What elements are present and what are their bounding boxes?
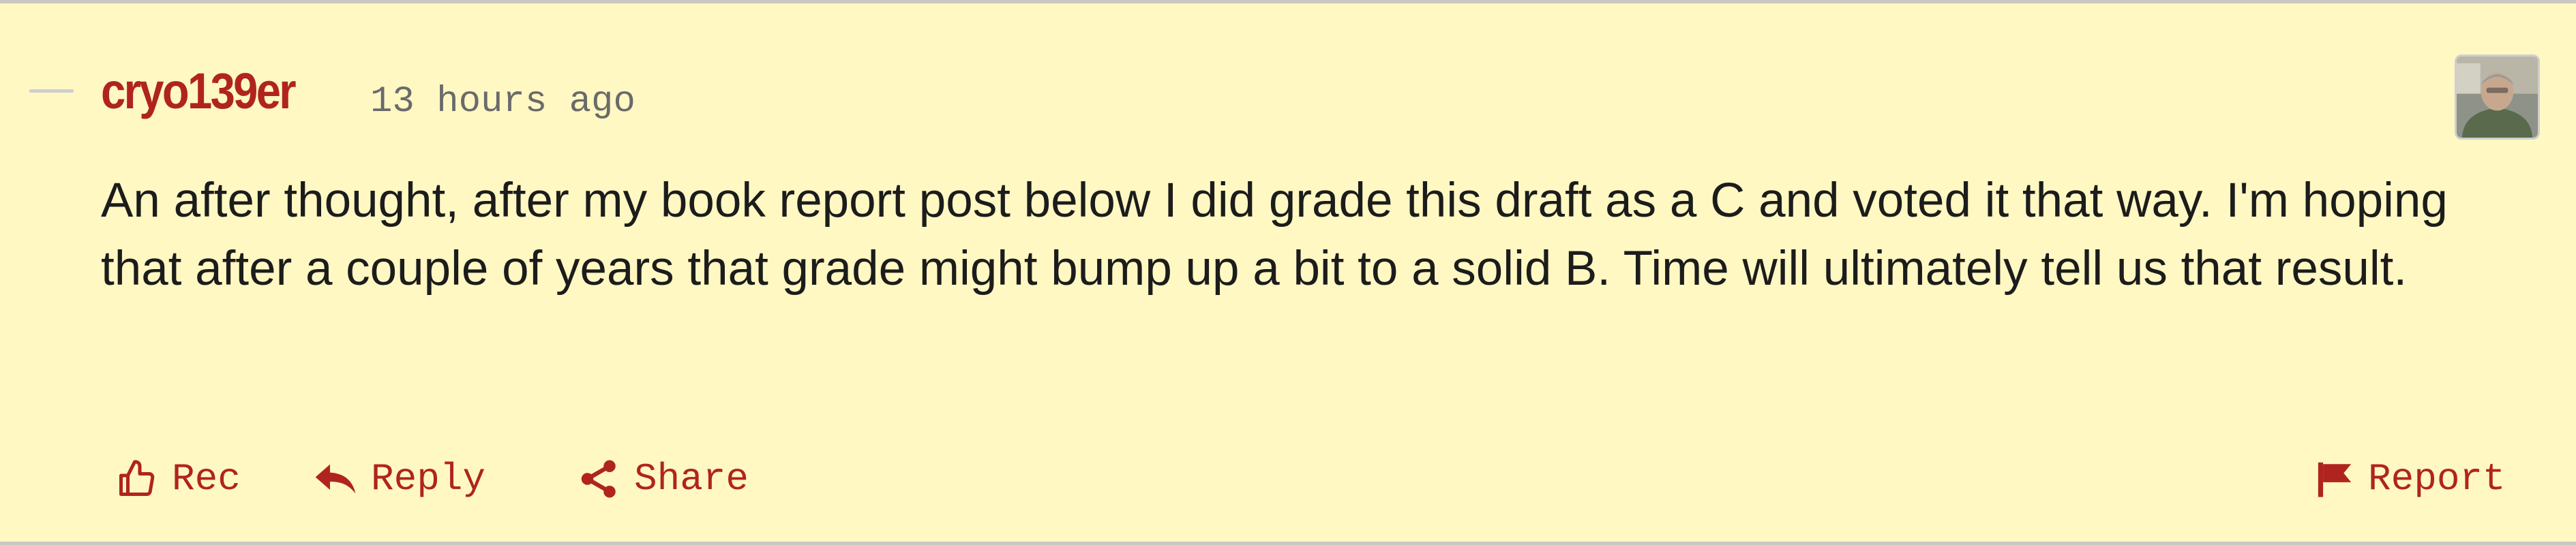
reply-arrow-icon [314,461,357,497]
report-button[interactable]: Report [2315,452,2506,506]
reply-button[interactable]: Reply [314,452,485,506]
collapse-dash-icon[interactable] [29,84,74,99]
report-label: Report [2368,457,2506,501]
thumbs-up-icon [115,458,158,499]
user-avatar[interactable] [2455,54,2540,140]
reply-label: Reply [371,457,486,501]
share-icon [578,458,620,499]
rec-label: Rec [172,457,241,501]
flag-icon [2315,458,2354,499]
share-label: Share [634,457,749,501]
comment-card: cryo139er 13 hours ago An after thought,… [0,0,2576,545]
timestamp: 13 hours ago [370,81,635,123]
comment-body: An after thought, after my book report p… [101,167,2528,303]
rec-button[interactable]: Rec [115,452,241,506]
username-link[interactable]: cryo139er [101,66,297,116]
share-button[interactable]: Share [578,452,749,506]
comment-text: An after thought, after my book report p… [101,174,2448,296]
